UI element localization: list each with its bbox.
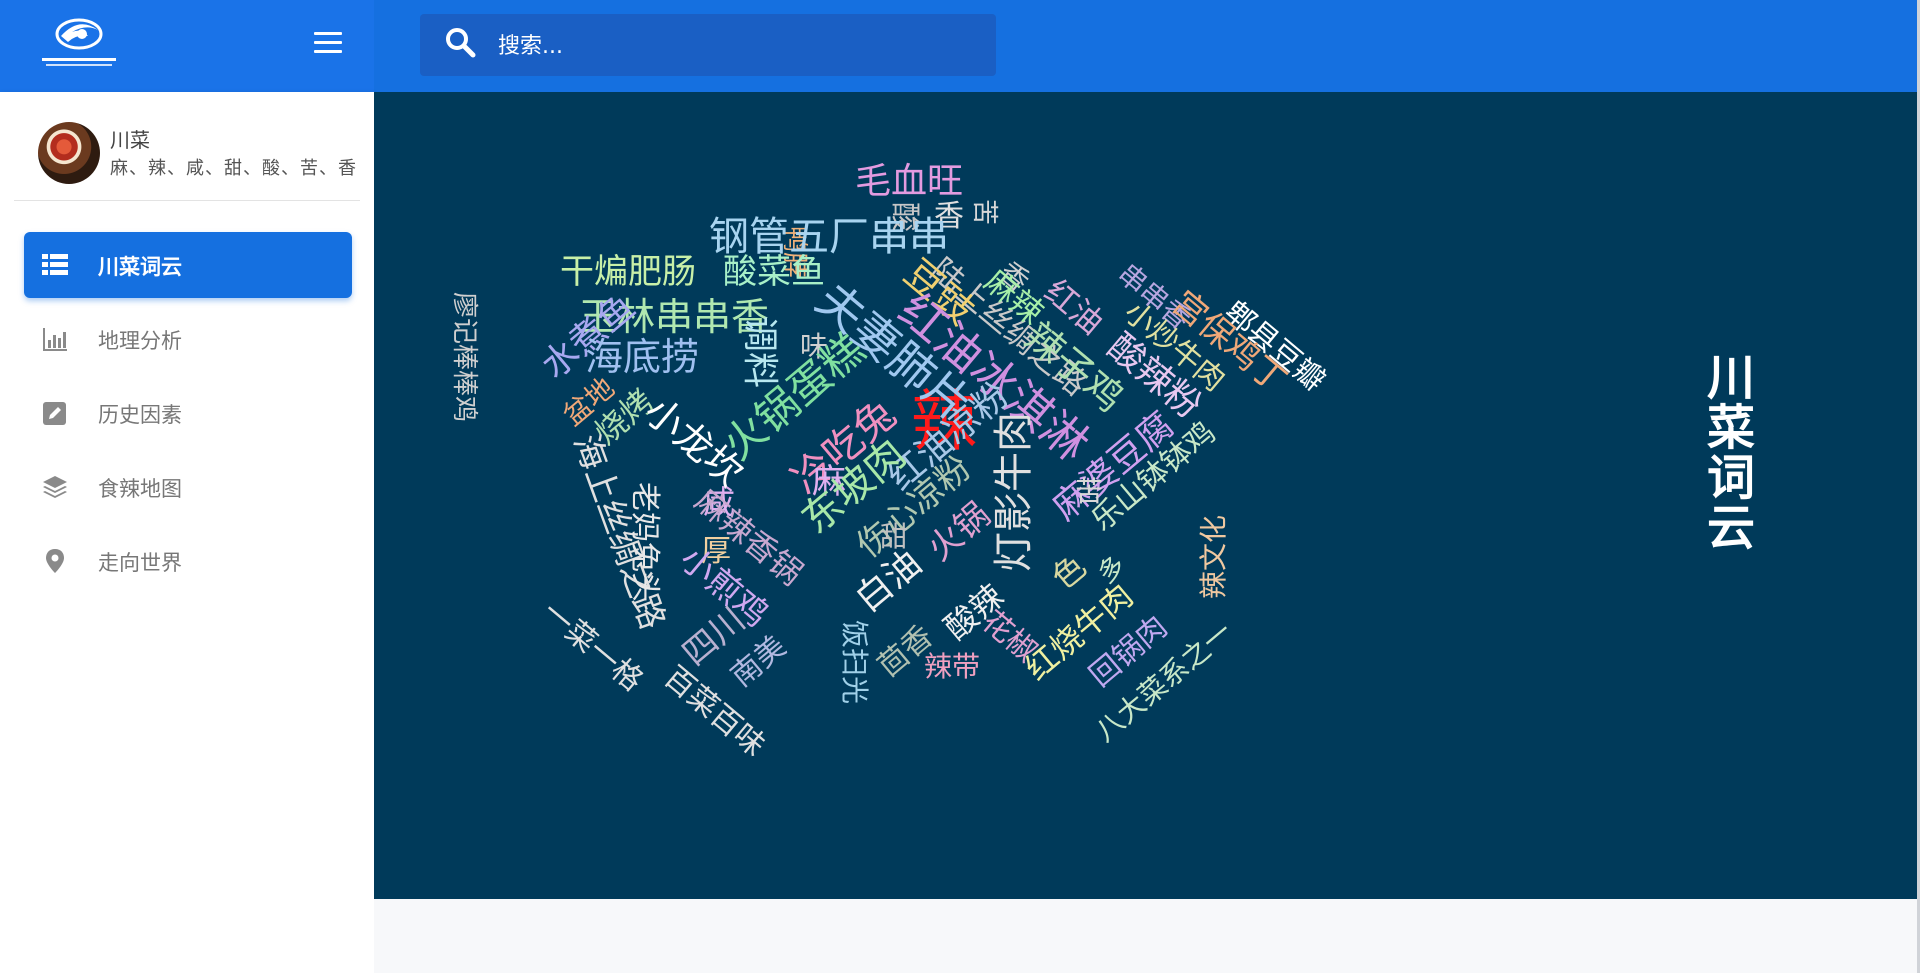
cloud-word: 饭扫光 [838, 619, 871, 705]
search-bar[interactable] [420, 14, 996, 76]
divider [14, 200, 360, 201]
cloud-word: 海底捞 [584, 335, 700, 379]
sidebar-item-geography[interactable]: 地理分析 [24, 306, 352, 372]
logo-area [0, 0, 374, 92]
cloud-word: 干煸肥肠 [560, 252, 696, 292]
swirl-logo[interactable] [36, 14, 122, 74]
profile-card: 川菜 麻、辣、咸、甜、酸、苦、香 [0, 92, 374, 200]
cloud-word: 白油 [847, 542, 930, 621]
cloud-word: 酸菜鱼 [723, 252, 825, 292]
sidebar-item-label: 地理分析 [98, 329, 182, 353]
cloud-word: 辣文化 [1197, 514, 1230, 600]
word-cloud-panel: 川菜词云 辣毛血旺 陆上丝绸之路香酸苦鸭脖 钢管五厂串串 串串香 郫县豆瓣 干煸肥肠 酸菜鱼… [374, 92, 1917, 899]
sidebar-item-label: 历史因素 [98, 403, 182, 427]
profile-description: 麻、辣、咸、甜、酸、苦、香 [110, 158, 357, 179]
edit-icon [43, 402, 66, 425]
sidebar: 川菜 麻、辣、咸、甜、酸、苦、香 川菜词云 地理分析 历史因素 食辣地图 走向世… [0, 92, 374, 973]
sidebar-item-history[interactable]: 历史因素 [24, 380, 352, 446]
layers-icon [43, 476, 67, 498]
bar-chart-icon [43, 328, 67, 351]
cloud-word: 廖记棒棒鸡 [449, 291, 479, 423]
sidebar-item-label: 走向世界 [98, 551, 182, 575]
sidebar-item-world[interactable]: 走向世界 [24, 528, 352, 594]
cloud-word: 色 [1044, 547, 1094, 597]
search-input[interactable] [496, 28, 970, 64]
hamburger-icon[interactable] [312, 28, 348, 58]
search-icon[interactable] [444, 26, 478, 60]
cloud-word: 灯影牛肉 [991, 412, 1037, 572]
cloud-word: 毛血旺 [854, 161, 964, 202]
cloud-word: 调料 [739, 315, 780, 389]
panel-title: 川菜词云 [1698, 352, 1754, 552]
sidebar-item-spicy-map[interactable]: 食辣地图 [24, 454, 352, 520]
map-pin-icon [46, 549, 64, 573]
cloud-word: 辣带 [923, 650, 981, 683]
avatar [38, 122, 100, 184]
sidebar-item-wordcloud[interactable]: 川菜词云 [24, 232, 352, 298]
sidebar-item-label: 川菜词云 [98, 255, 182, 279]
sidebar-item-label: 食辣地图 [98, 477, 182, 501]
cloud-word: 老妈兔头 [627, 482, 662, 602]
top-bar [0, 0, 1920, 92]
main-content: 川菜词云 辣毛血旺 陆上丝绸之路香酸苦鸭脖 钢管五厂串串 串串香 郫县豆瓣 干煸肥肠 酸菜鱼… [374, 92, 1917, 973]
cloud-word: 苦 [969, 198, 999, 226]
list-icon [42, 254, 68, 275]
profile-name: 川菜 [110, 128, 150, 152]
cloud-word: 苦 [1074, 475, 1104, 508]
cloud-word: 钢管五厂串串 [709, 214, 949, 260]
